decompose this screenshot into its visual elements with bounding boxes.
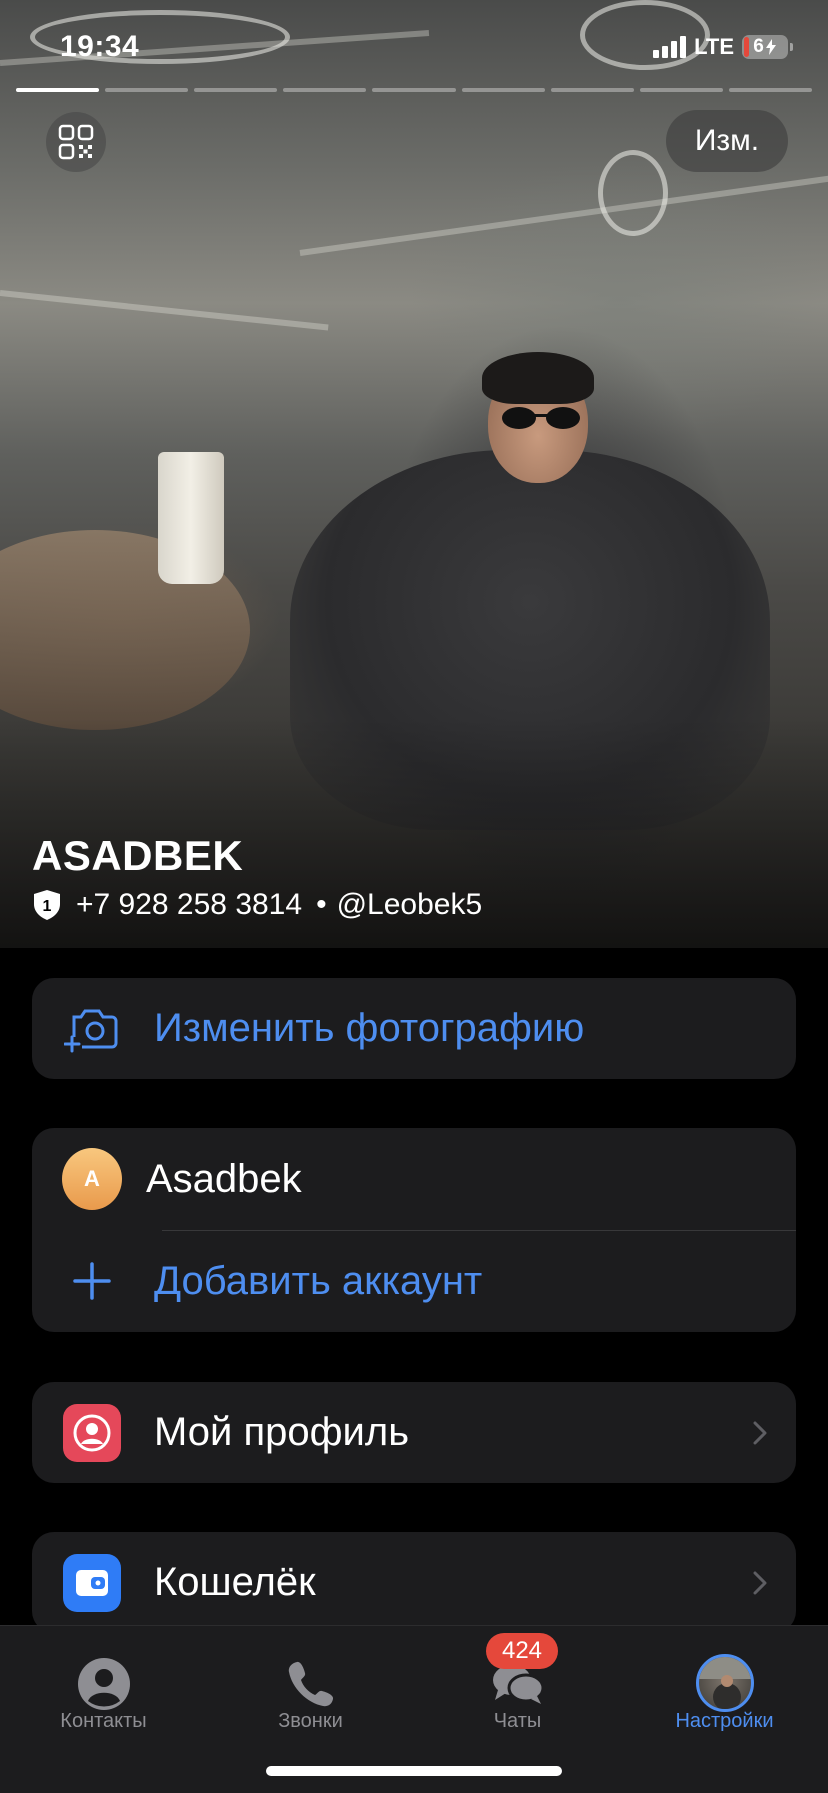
photo-person-hair bbox=[482, 352, 594, 404]
battery-level: 6 bbox=[753, 36, 764, 57]
unread-badge: 424 bbox=[486, 1633, 558, 1669]
tab-label: Чаты bbox=[493, 1710, 542, 1732]
ceiling-ring bbox=[598, 150, 668, 236]
account-avatar: A bbox=[62, 1148, 122, 1210]
ceiling-light bbox=[299, 174, 828, 256]
profile-avatar-icon bbox=[695, 1654, 754, 1712]
username[interactable]: @Leobek5 bbox=[337, 888, 483, 922]
chevron-right-icon bbox=[753, 1571, 767, 1595]
edit-button[interactable]: Изм. bbox=[666, 110, 788, 172]
person-icon bbox=[63, 1403, 121, 1462]
story-progress bbox=[16, 88, 812, 92]
menu-item-label: Мой профиль bbox=[154, 1410, 410, 1454]
wallet-icon bbox=[63, 1553, 121, 1612]
photo-cup bbox=[158, 452, 224, 584]
row-divider bbox=[162, 1230, 796, 1231]
account-name: Asadbek bbox=[146, 1156, 302, 1201]
ceiling-light bbox=[0, 290, 329, 331]
add-account-row[interactable]: Добавить аккаунт bbox=[32, 1230, 796, 1332]
change-photo-label: Изменить фотографию bbox=[154, 1006, 585, 1050]
profile-name: ASADBEK bbox=[32, 832, 244, 879]
menu-item-label: Кошелёк bbox=[154, 1560, 316, 1604]
plus-icon bbox=[62, 1251, 122, 1311]
shield-icon: 1 bbox=[34, 890, 60, 920]
my-profile-card[interactable]: Мой профиль bbox=[32, 1382, 796, 1483]
camera-add-icon bbox=[62, 999, 122, 1059]
add-account-label: Добавить аккаунт bbox=[154, 1258, 483, 1303]
tab-label: Контакты bbox=[60, 1710, 147, 1732]
status-time: 19:34 bbox=[60, 30, 140, 63]
qr-code-icon bbox=[58, 124, 94, 160]
tab-contacts[interactable]: Контакты bbox=[0, 1626, 207, 1746]
tab-settings[interactable]: Настройки bbox=[621, 1626, 828, 1746]
tab-calls[interactable]: Звонки bbox=[207, 1626, 414, 1746]
sunglasses bbox=[502, 407, 580, 429]
signal-icon bbox=[653, 36, 687, 58]
profile-meta: 1 +7 928 258 3814 • @Leobek5 bbox=[32, 888, 482, 922]
phone-number[interactable]: +7 928 258 3814 bbox=[76, 888, 302, 922]
battery-icon: 6 bbox=[742, 35, 793, 59]
shield-number: 1 bbox=[43, 898, 52, 915]
tab-label: Настройки bbox=[675, 1710, 774, 1732]
accounts-card: A Asadbek Добавить аккаунт bbox=[32, 1128, 796, 1332]
change-photo-card[interactable]: Изменить фотографию bbox=[32, 978, 796, 1079]
status-icons: LTE 6 bbox=[653, 34, 793, 60]
account-row[interactable]: A Asadbek bbox=[32, 1128, 796, 1230]
meta-separator: • bbox=[316, 888, 327, 921]
charging-bolt-icon bbox=[765, 39, 776, 55]
phone-icon bbox=[288, 1661, 333, 1707]
wallet-card[interactable]: Кошелёк bbox=[32, 1532, 796, 1633]
network-type: LTE bbox=[694, 34, 734, 59]
home-indicator[interactable] bbox=[266, 1766, 562, 1776]
chevron-right-icon bbox=[753, 1421, 767, 1445]
tab-label: Звонки bbox=[278, 1710, 343, 1732]
person-circle-icon bbox=[77, 1658, 130, 1710]
qr-code-button[interactable] bbox=[46, 112, 106, 172]
